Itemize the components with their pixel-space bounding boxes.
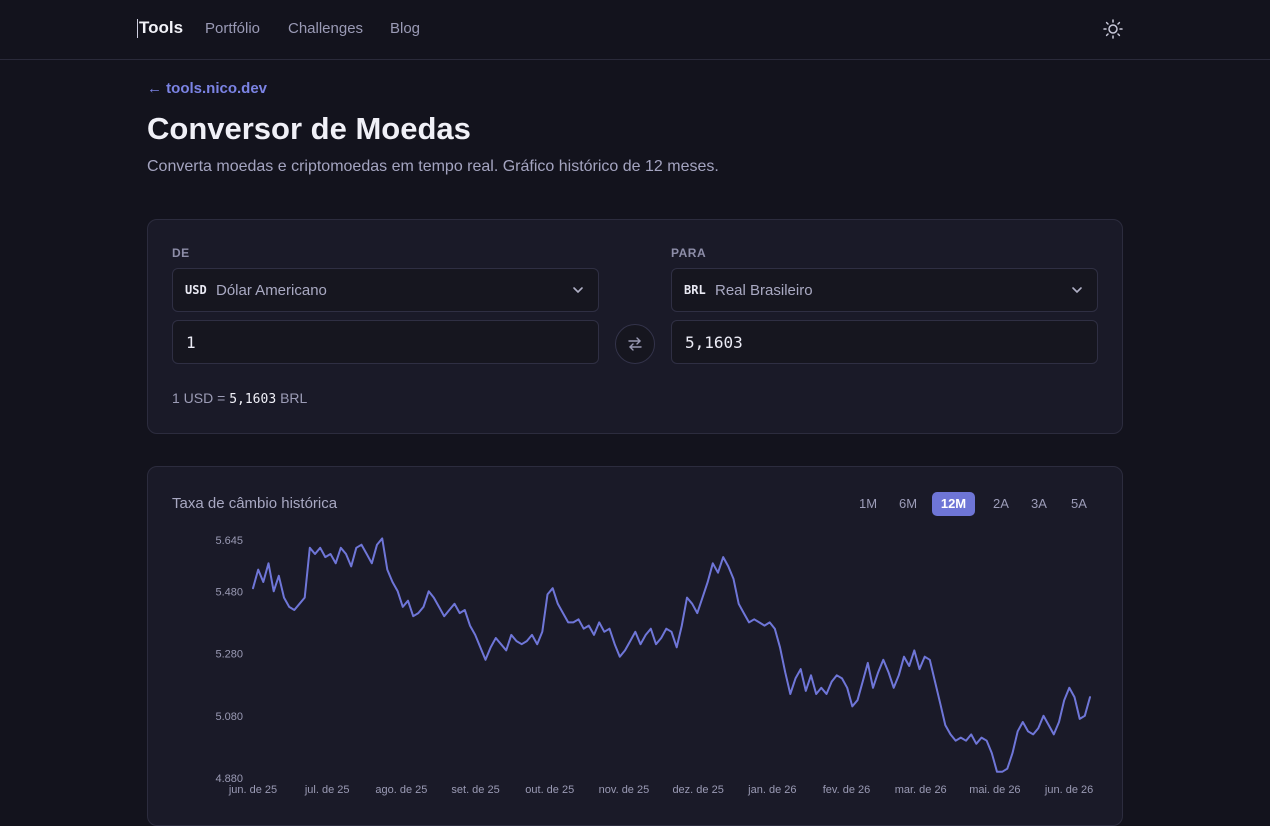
x-tick-label: nov. de 25 xyxy=(599,784,650,796)
x-tick-label: dez. de 25 xyxy=(672,784,723,796)
to-currency-select[interactable]: BRL Real Brasileiro xyxy=(671,268,1098,312)
x-tick-label: set. de 25 xyxy=(451,784,499,796)
rate-value: 5,1603 xyxy=(229,392,277,407)
x-tick-label: out. de 25 xyxy=(525,784,574,796)
from-currency-select[interactable]: USD Dólar Americano xyxy=(172,268,599,312)
x-tick-label: fev. de 26 xyxy=(823,784,871,796)
exchange-rate-summary: 1 USD = 5,1603 BRL xyxy=(172,390,307,407)
y-tick-label: 5.080 xyxy=(215,711,243,723)
x-tick-label: mar. de 26 xyxy=(895,784,947,796)
to-currency-name: Real Brasileiro xyxy=(715,282,813,299)
to-label: PARA xyxy=(671,246,707,260)
sun-icon xyxy=(1103,19,1123,39)
swap-arrows-icon xyxy=(628,337,642,351)
rate-suffix: BRL xyxy=(280,390,308,406)
swap-currencies-button[interactable] xyxy=(615,324,655,364)
history-chart-card: Taxa de câmbio histórica 1M 6M 12M 2A 3A 5A 5… xyxy=(147,466,1123,826)
chevron-down-icon xyxy=(573,287,583,294)
back-link[interactable]: ← tools.nico.dev xyxy=(147,80,267,97)
to-currency-code: BRL xyxy=(684,283,706,297)
nav-link-portfolio[interactable]: Portfólio xyxy=(205,20,260,37)
nav-link-blog[interactable]: Blog xyxy=(390,20,420,37)
from-currency-name: Dólar Americano xyxy=(216,282,327,299)
x-tick-label: jun. de 25 xyxy=(228,784,277,796)
nav-link-challenges[interactable]: Challenges xyxy=(288,20,363,37)
theme-toggle-button[interactable] xyxy=(1102,18,1124,40)
exchange-rate-chart: 5.6455.4805.2805.0804.880jun. de 25 jul. … xyxy=(215,535,1093,796)
chevron-down-icon xyxy=(1072,287,1082,294)
x-tick-label: jul. de 25 xyxy=(304,784,350,796)
top-navigation: Tools Portfólio Challenges Blog xyxy=(0,0,1270,60)
page-subtitle: Converta moedas e criptomoedas em tempo … xyxy=(147,158,719,175)
x-tick-label: ago. de 25 xyxy=(375,784,427,796)
text-cursor xyxy=(137,19,138,38)
brand-link[interactable]: Tools xyxy=(137,18,184,38)
y-tick-label: 5.280 xyxy=(215,649,243,661)
x-tick-label: jan. de 26 xyxy=(747,784,796,796)
converter-card: DE PARA USD Dólar Americano BRL Real Bra… xyxy=(147,219,1123,434)
series-line xyxy=(252,537,1091,773)
y-tick-label: 5.480 xyxy=(215,586,243,598)
x-tick-label: mai. de 26 xyxy=(969,784,1020,796)
from-currency-code: USD xyxy=(185,283,207,297)
to-amount-output[interactable]: 5,1603 xyxy=(671,320,1098,364)
rate-prefix: 1 USD = xyxy=(172,390,226,406)
from-amount-input[interactable]: 1 xyxy=(172,320,599,364)
x-tick-label: jun. de 26 xyxy=(1044,784,1093,796)
page-title: Conversor de Moedas xyxy=(147,111,471,146)
from-label: DE xyxy=(172,246,190,260)
y-tick-label: 5.645 xyxy=(215,535,243,547)
brand-label: Tools xyxy=(139,18,184,37)
